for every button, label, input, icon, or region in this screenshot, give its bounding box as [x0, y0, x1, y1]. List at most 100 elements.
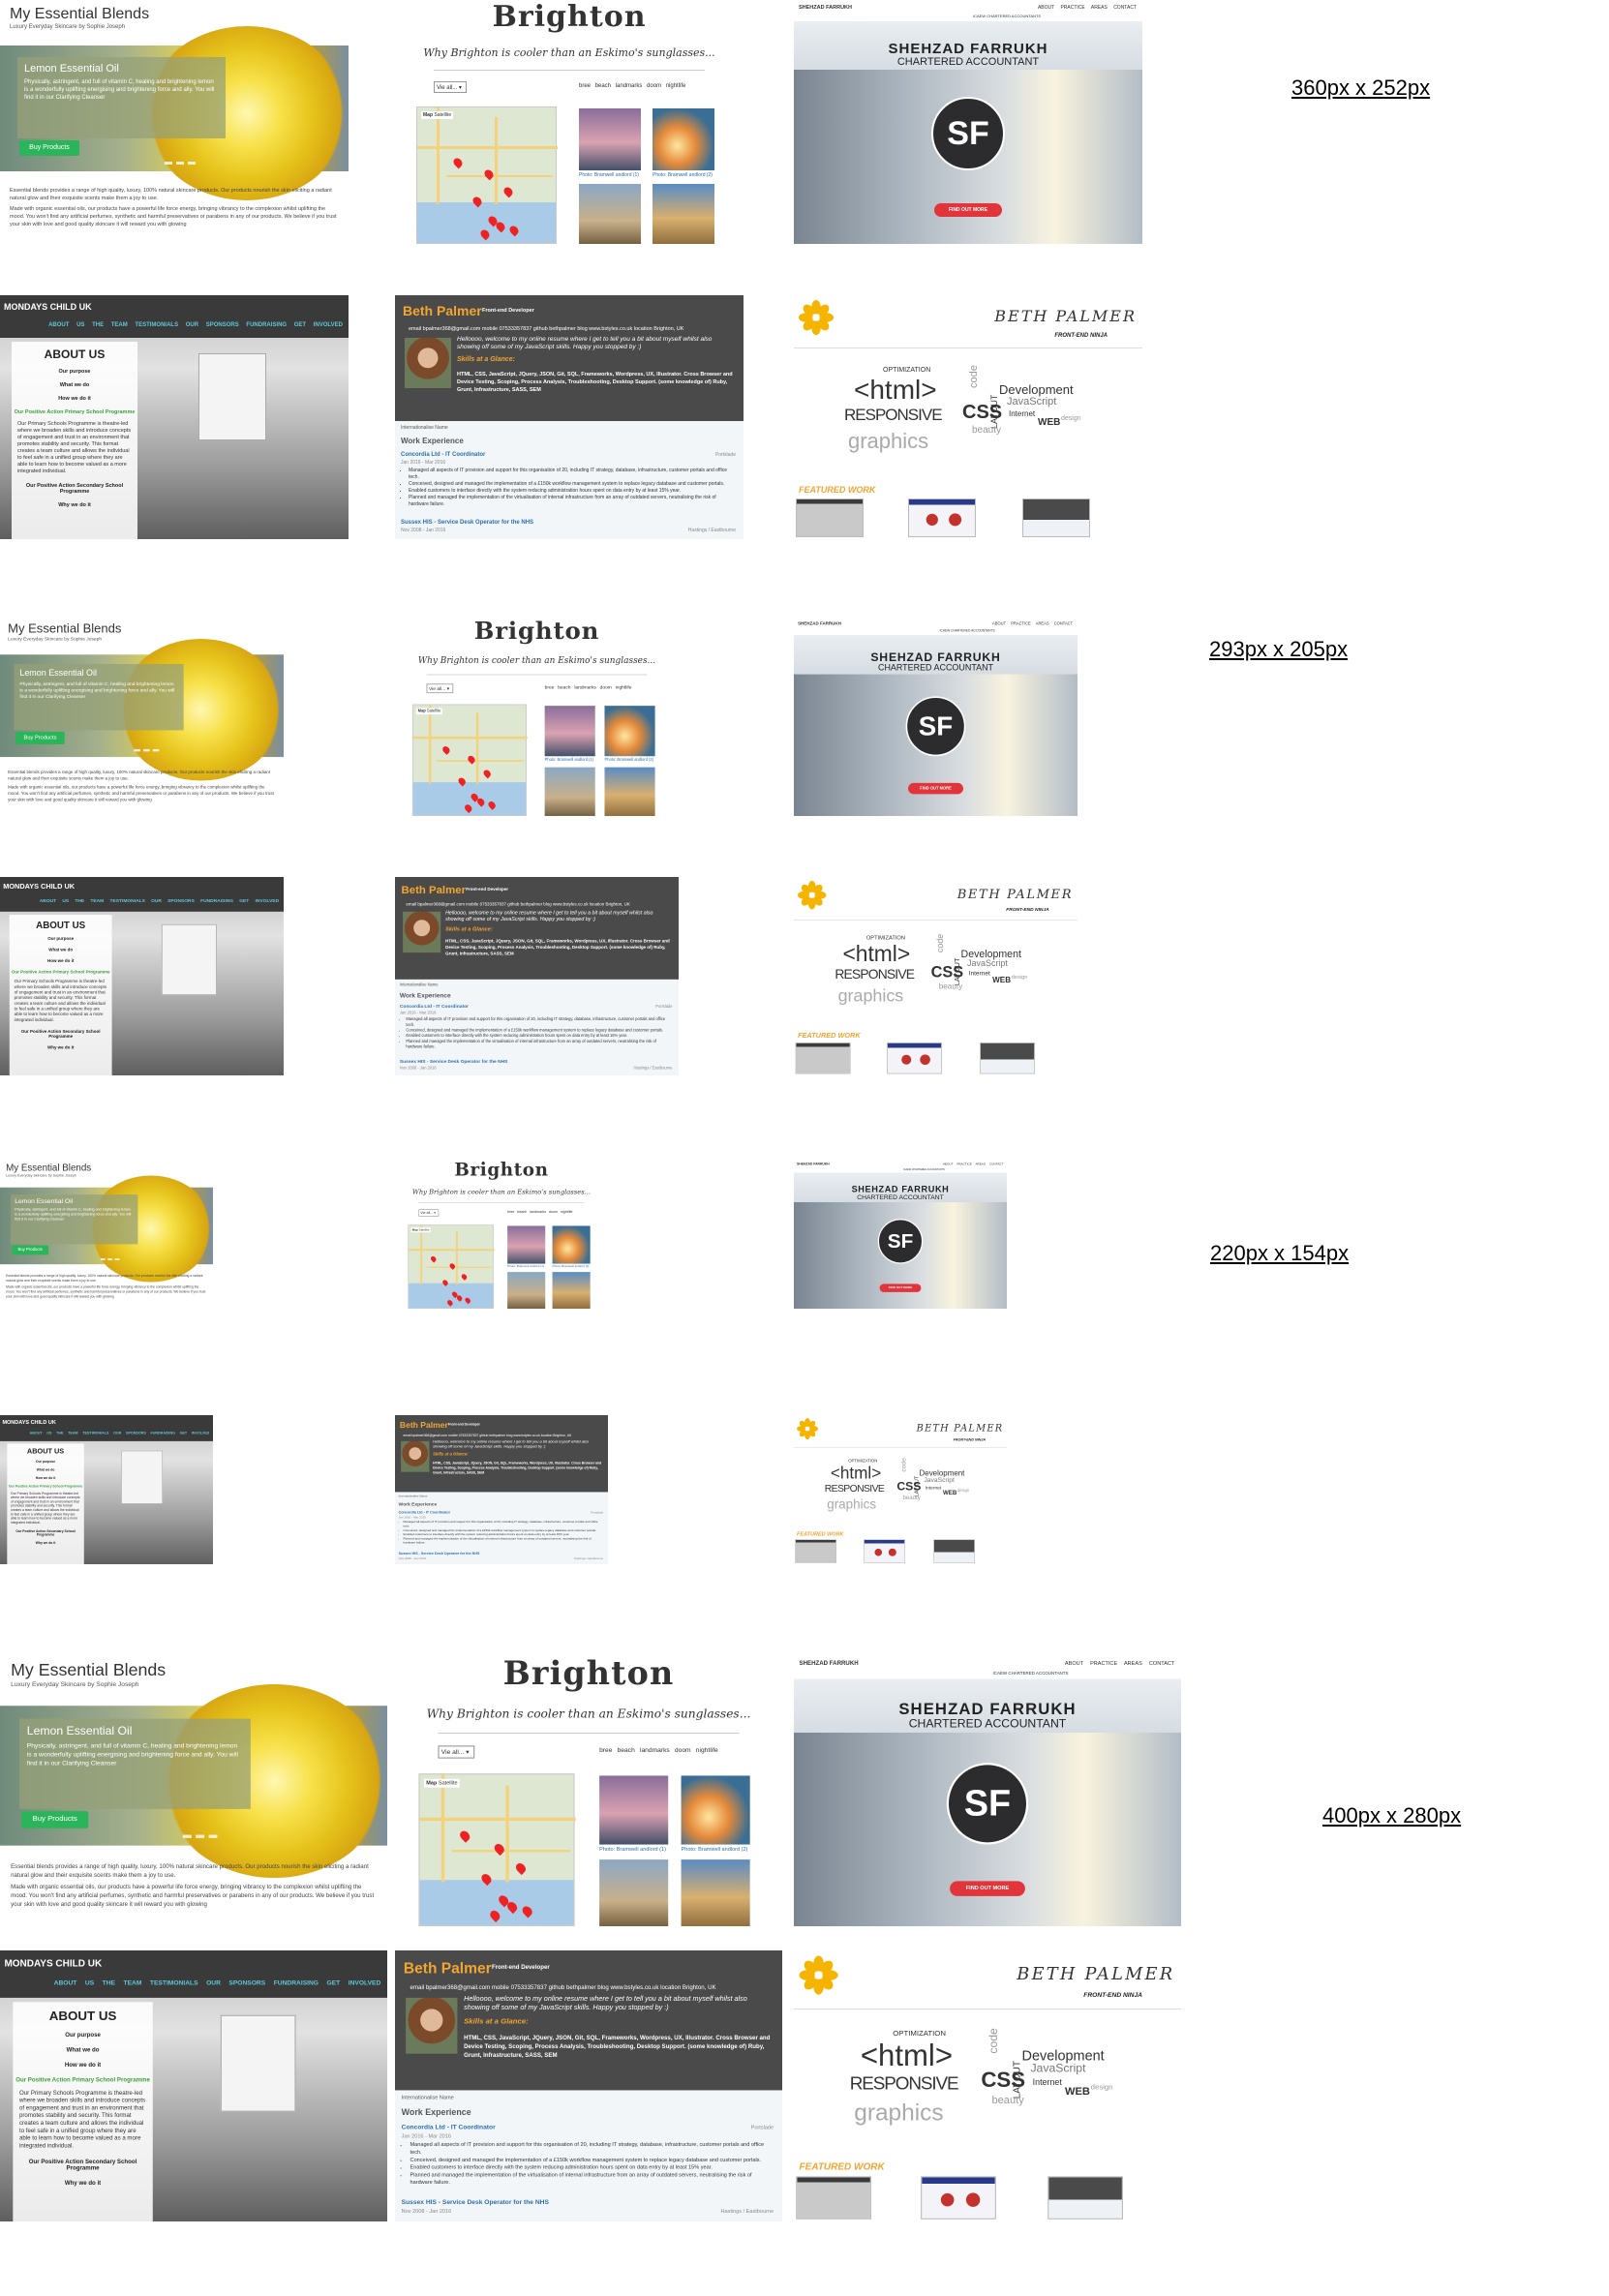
job-title[interactable]: Sussex HIS - Service Desk Operator for t… — [400, 1060, 508, 1065]
flower-logo-icon[interactable] — [796, 1417, 819, 1440]
site-title[interactable]: MONDAYS CHILD UK — [3, 883, 75, 891]
photo-caption[interactable]: Photo: Bramwell andlord (2) — [653, 172, 713, 178]
featured-work-thumbnail[interactable] — [908, 498, 976, 537]
brand-name[interactable]: SHEHZAD FARRUKH — [798, 621, 841, 626]
featured-work-thumbnail[interactable] — [980, 1042, 1036, 1074]
accordion-item[interactable]: How we do it — [12, 396, 137, 402]
nav-menu[interactable]: ABOUT PRACTICE AREAS CONTACT — [992, 621, 1073, 626]
tag-links[interactable]: bree beach landmarks doom nightlife — [545, 685, 632, 690]
carousel-dots[interactable] — [100, 1258, 120, 1260]
photo-thumbnail[interactable] — [579, 184, 641, 244]
map-tabs[interactable]: Map Satellite — [423, 1778, 460, 1788]
tag-links[interactable]: bree beach landmarks doom nightlife — [599, 1748, 718, 1755]
thumb-mondays-child-400[interactable]: MONDAYS CHILD UK ABOUT US THE TEAM TESTI… — [0, 1950, 387, 2221]
map-widget[interactable]: Map Satellite — [416, 106, 558, 244]
thumb-beth-resume-220[interactable]: Beth Palmer Front-end Developer email bp… — [395, 1415, 608, 1564]
photo-caption[interactable]: Photo: Bramwell andlord (1) — [579, 172, 639, 178]
accordion-item[interactable]: Our Positive Action Secondary School Pro… — [7, 1530, 83, 1537]
photo-thumbnail[interactable] — [544, 706, 595, 757]
featured-work-thumbnail[interactable] — [795, 1042, 851, 1074]
featured-work-thumbnail[interactable] — [921, 2176, 996, 2220]
nav-menu[interactable]: ABOUT US THE TEAM TESTIMONIALS OUR SPONS… — [30, 1432, 210, 1435]
nav-menu[interactable]: ABOUT PRACTICE AREAS CONTACT — [1065, 1661, 1174, 1668]
thumb-shehzad-400[interactable]: SHEHZAD FARRUKH ABOUT PRACTICE AREAS CON… — [794, 1655, 1181, 1926]
map-widget[interactable]: Map Satellite — [411, 704, 528, 816]
thumb-beth-portfolio-293[interactable]: BETH PALMER FRONT-END NINJA OPTIMIZATION… — [794, 877, 1078, 1075]
photo-thumbnail[interactable] — [653, 108, 714, 170]
thumb-beth-portfolio-400[interactable]: BETH PALMER FRONT-END NINJA OPTIMIZATION… — [794, 1950, 1181, 2221]
site-title[interactable]: MONDAYS CHILD UK — [4, 302, 92, 312]
map-tabs[interactable]: Map Satellite — [410, 1227, 431, 1233]
thumb-brighton-360[interactable]: Brighton Why Brighton is cooler than an … — [395, 0, 744, 244]
nav-menu[interactable]: ABOUT US THE TEAM TESTIMONIALS OUR SPONS… — [48, 322, 343, 328]
filter-select[interactable]: Vie all... ▾ — [418, 1209, 440, 1217]
photo-caption[interactable]: Photo: Bramwell andlord (1) — [545, 758, 593, 763]
accordion-item-active[interactable]: Our Positive Action Primary School Progr… — [10, 970, 112, 975]
photo-thumbnail[interactable] — [681, 1859, 750, 1926]
thumb-mondays-child-220[interactable]: MONDAYS CHILD UK ABOUT US THE TEAM TESTI… — [0, 1415, 213, 1564]
map-widget[interactable]: Map Satellite — [418, 1773, 576, 1926]
map-widget[interactable]: Map Satellite — [408, 1224, 495, 1309]
map-tabs[interactable]: Map Satellite — [415, 708, 442, 715]
job-title[interactable]: Concordia Ltd - IT Coordinator — [400, 1005, 469, 1010]
tag-links[interactable]: bree beach landmarks doom nightlife — [579, 83, 685, 89]
site-title[interactable]: MONDAYS CHILD UK — [2, 1419, 55, 1425]
accordion-item[interactable]: What we do — [12, 382, 137, 388]
accordion-item[interactable]: Why we do it — [12, 502, 137, 508]
carousel-dots[interactable] — [182, 1834, 218, 1838]
carousel-dots[interactable] — [165, 162, 196, 165]
site-title[interactable]: Brighton — [395, 1160, 608, 1180]
featured-work-thumbnail[interactable] — [796, 498, 864, 537]
accordion-item-active[interactable]: Our Positive Action Primary School Progr… — [13, 2077, 152, 2084]
brand-name[interactable]: SHEHZAD FARRUKH — [799, 5, 852, 11]
thumb-mondays-child-360[interactable]: MONDAYS CHILD UK ABOUT US THE TEAM TESTI… — [0, 295, 349, 539]
featured-work-thumbnail[interactable] — [1022, 498, 1090, 537]
site-title[interactable]: Brighton — [395, 1655, 782, 1693]
flower-logo-icon[interactable] — [798, 299, 835, 336]
accordion-item[interactable]: Why we do it — [13, 2181, 152, 2188]
site-title[interactable]: My Essential Blends — [10, 6, 149, 23]
buy-products-button[interactable]: Buy Products — [15, 732, 65, 745]
brand-name[interactable]: SHEHZAD FARRUKH — [800, 1661, 859, 1668]
job-title[interactable]: Sussex HIS - Service Desk Operator for t… — [401, 520, 533, 526]
photo-caption[interactable]: Photo: Bramwell andlord (2) — [604, 758, 653, 763]
find-out-more-button[interactable]: FIND OUT MORE — [879, 1284, 922, 1292]
photo-thumbnail[interactable] — [507, 1272, 546, 1309]
thumb-shehzad-220[interactable]: SHEHZAD FARRUKH ABOUT PRACTICE AREAS CON… — [794, 1160, 1007, 1309]
site-title[interactable]: Brighton — [395, 0, 744, 34]
find-out-more-button[interactable]: FIND OUT MORE — [950, 1881, 1025, 1896]
thumb-beth-resume-400[interactable]: Beth Palmer Front-end Developer email bp… — [395, 1950, 782, 2221]
accordion-item[interactable]: Our Positive Action Secondary School Pro… — [13, 2160, 152, 2172]
contact-line[interactable]: email bpalmer368@gmail.com mobile 075333… — [409, 326, 683, 332]
thumb-beth-resume-360[interactable]: Beth Palmer Front-end Developer email bp… — [395, 295, 744, 539]
map-tabs[interactable]: Map Satellite — [421, 111, 454, 119]
filter-select[interactable]: Vie all... ▾ — [438, 1745, 475, 1759]
nav-menu[interactable]: ABOUT PRACTICE AREAS CONTACT — [943, 1163, 1003, 1166]
photo-thumbnail[interactable] — [604, 767, 655, 816]
thumb-essential-blends-400[interactable]: My Essential Blends Luxury Everyday Skin… — [0, 1655, 387, 1926]
photo-caption[interactable]: Photo: Bramwell andlord (2) — [553, 1265, 590, 1269]
photo-thumbnail[interactable] — [552, 1225, 591, 1264]
nav-menu[interactable]: ABOUT PRACTICE AREAS CONTACT — [1038, 5, 1137, 11]
thumb-essential-blends-220[interactable]: My Essential Blends Luxury Everyday Skin… — [0, 1160, 213, 1309]
contact-line[interactable]: email bpalmer368@gmail.com mobile 075333… — [406, 902, 629, 907]
site-title[interactable]: My Essential Blends — [6, 1163, 91, 1174]
thumb-mondays-child-293[interactable]: MONDAYS CHILD UK ABOUT US THE TEAM TESTI… — [0, 877, 284, 1075]
thumb-beth-portfolio-360[interactable]: BETH PALMER FRONT-END NINJA OPTIMIZATION… — [794, 295, 1142, 539]
thumb-brighton-220[interactable]: Brighton Why Brighton is cooler than an … — [395, 1160, 608, 1309]
carousel-dots[interactable] — [134, 748, 160, 752]
photo-thumbnail[interactable] — [507, 1225, 546, 1264]
brand-name[interactable]: SHEHZAD FARRUKH — [797, 1163, 830, 1166]
featured-work-thumbnail[interactable] — [887, 1042, 943, 1074]
photo-thumbnail[interactable] — [653, 184, 714, 244]
contact-line[interactable]: email bpalmer368@gmail.com mobile 075333… — [404, 1435, 572, 1438]
featured-work-thumbnail[interactable] — [796, 2176, 871, 2220]
job-title[interactable]: Sussex HIS - Service Desk Operator for t… — [399, 1553, 480, 1556]
thumb-essential-blends-293[interactable]: My Essential Blends Luxury Everyday Skin… — [0, 618, 284, 816]
buy-products-button[interactable]: Buy Products — [21, 1811, 89, 1828]
buy-products-button[interactable]: Buy Products — [19, 140, 79, 156]
nav-menu[interactable]: ABOUT US THE TEAM TESTIMONIALS OUR SPONS… — [54, 1980, 381, 1987]
accordion-item[interactable]: Our purpose — [7, 1460, 83, 1464]
photo-thumbnail[interactable] — [599, 1859, 669, 1926]
accordion-item[interactable]: Our purpose — [13, 2032, 152, 2039]
